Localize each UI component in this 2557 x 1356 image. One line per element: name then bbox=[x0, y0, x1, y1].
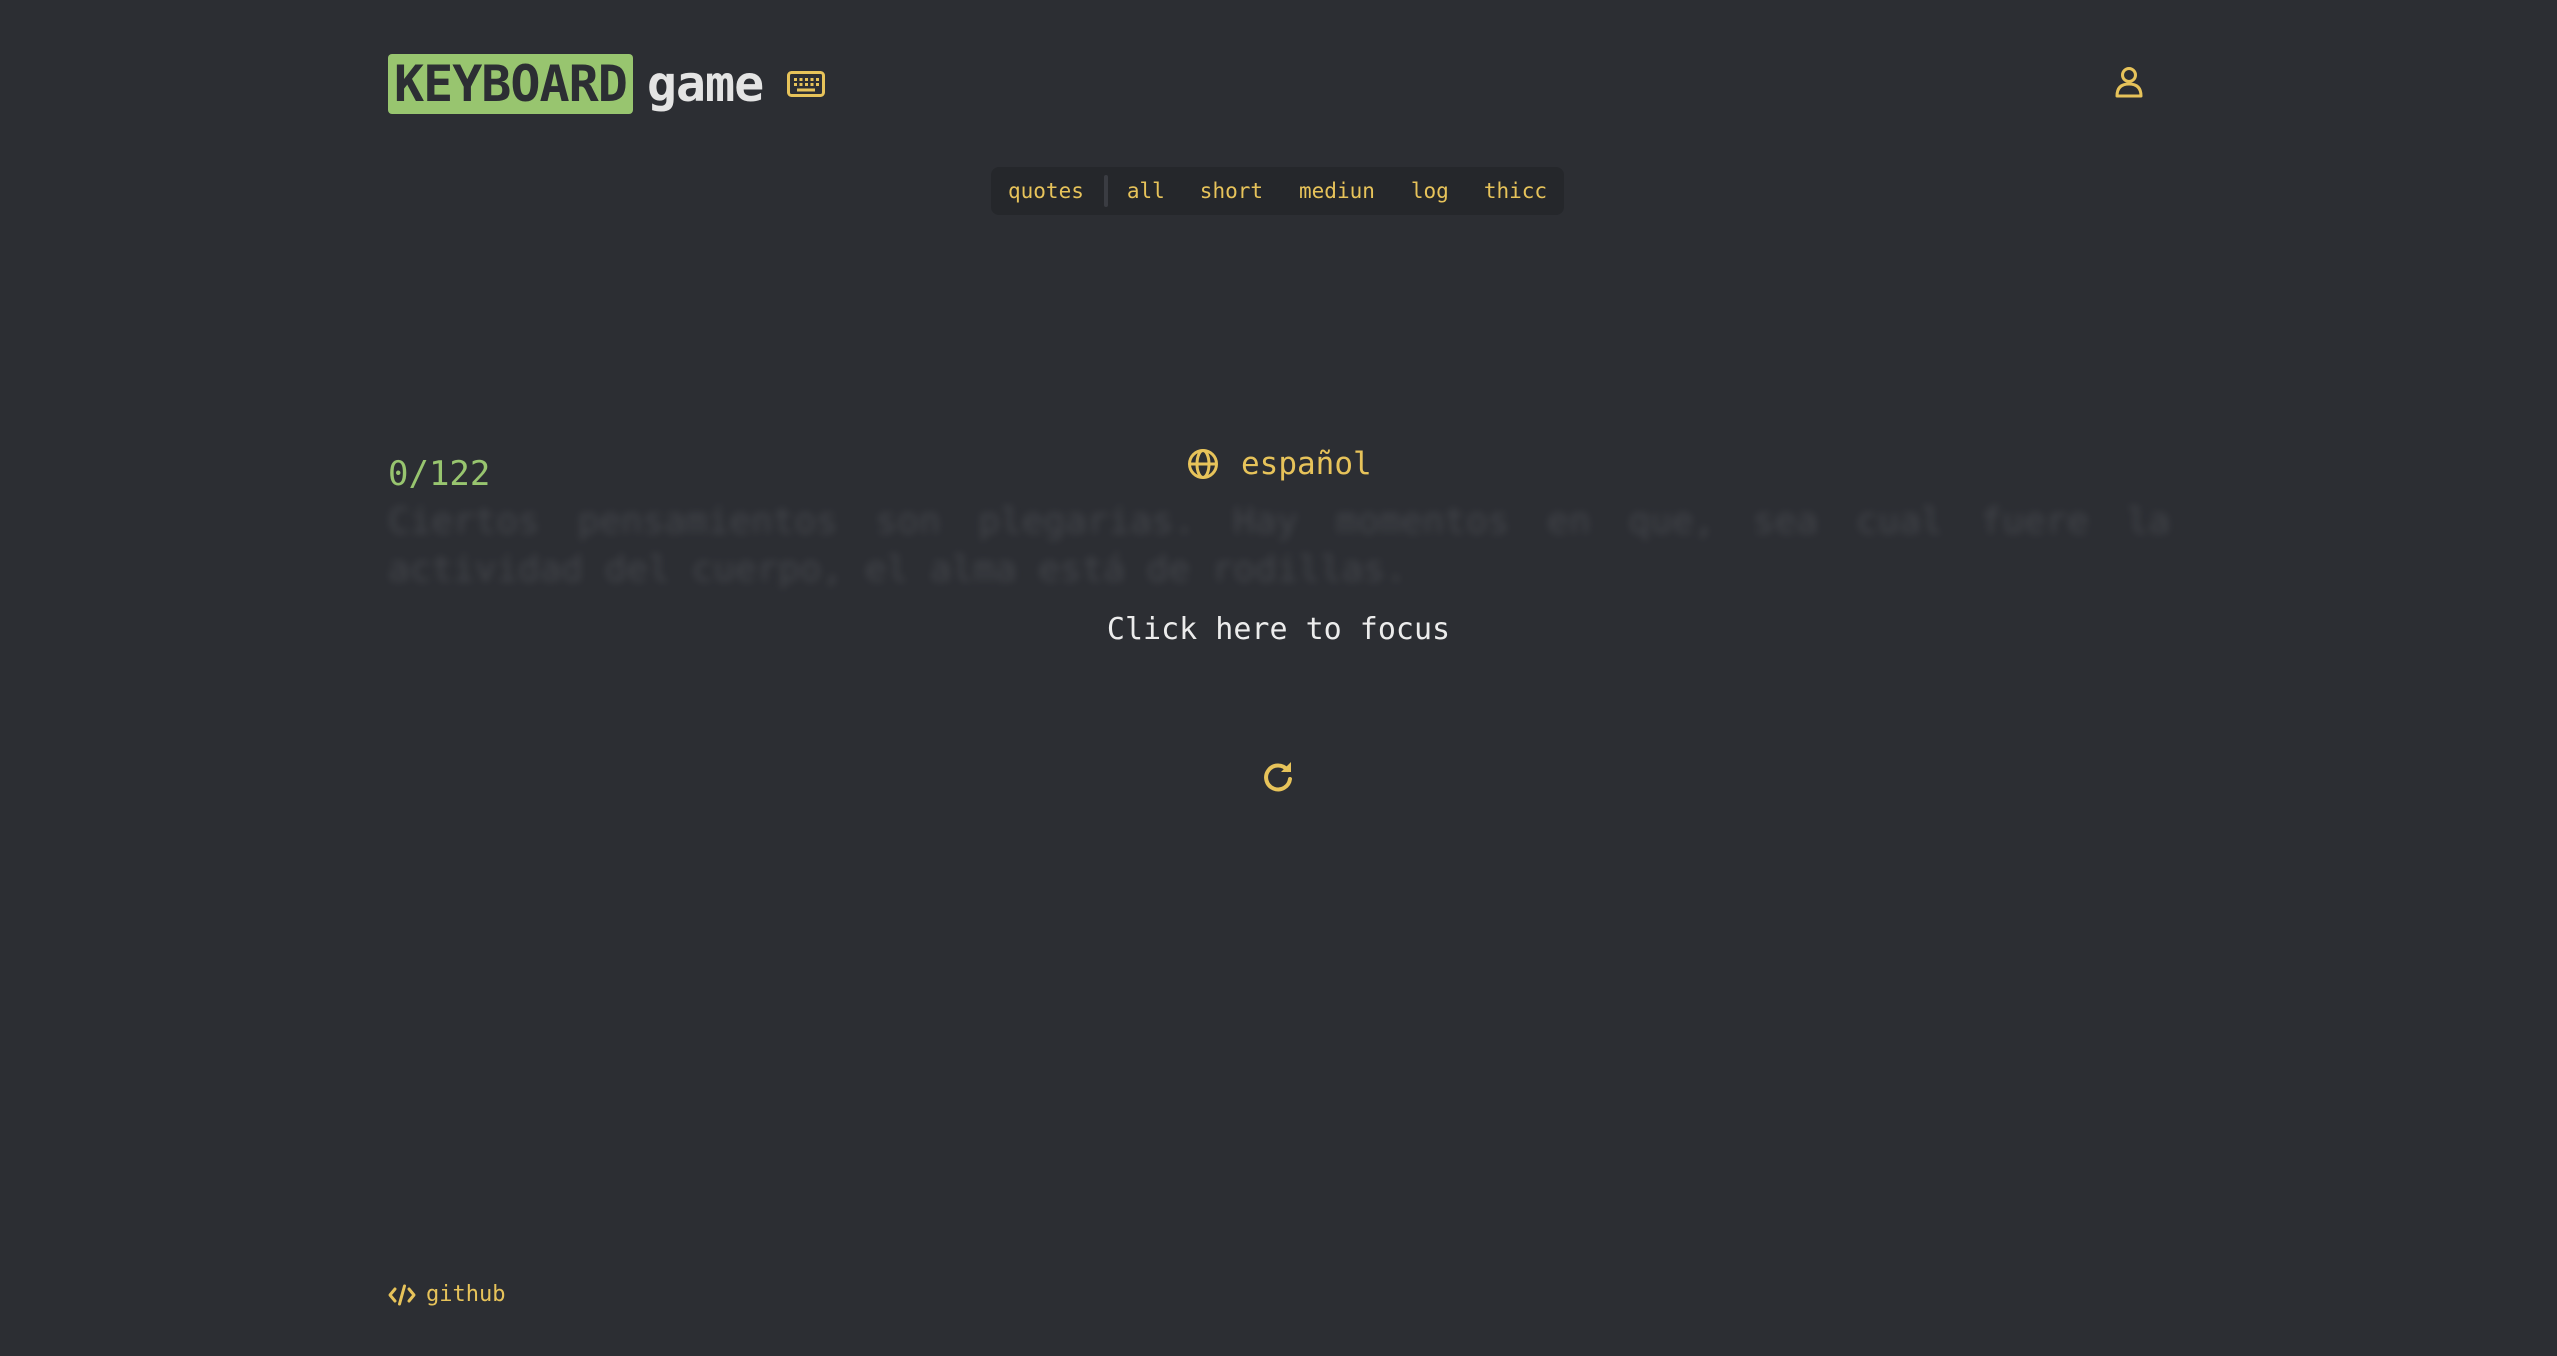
logo[interactable]: KEYBOARD game bbox=[388, 54, 826, 114]
user-icon[interactable] bbox=[2114, 66, 2144, 98]
length-all-button[interactable]: all bbox=[1127, 167, 1165, 215]
mode-selector: quotes all short mediun log thicc bbox=[991, 167, 1564, 215]
language-selector[interactable]: español bbox=[1187, 445, 1372, 483]
mode-quotes-button[interactable]: quotes bbox=[1008, 167, 1084, 215]
length-thicc-button[interactable]: thicc bbox=[1484, 167, 1547, 215]
mode-divider bbox=[1103, 175, 1108, 207]
restart-icon[interactable] bbox=[1260, 758, 1296, 796]
language-label: español bbox=[1241, 446, 1372, 482]
app-page: KEYBOARD game quotes all short mediun lo… bbox=[0, 0, 2557, 1356]
word-counter: 0/122 bbox=[388, 454, 491, 494]
keyboard-icon bbox=[787, 71, 826, 97]
github-link[interactable]: github bbox=[388, 1282, 505, 1308]
logo-keyboard-text: KEYBOARD bbox=[388, 54, 633, 114]
globe-icon bbox=[1187, 448, 1219, 480]
length-long-button[interactable]: log bbox=[1411, 167, 1449, 215]
length-short-button[interactable]: short bbox=[1200, 167, 1263, 215]
quote-text: Ciertos pensamientos son plegarias. Hay … bbox=[388, 501, 2170, 590]
focus-hint[interactable]: Click here to focus bbox=[0, 610, 2557, 650]
code-icon bbox=[388, 1284, 416, 1306]
github-label: github bbox=[426, 1282, 506, 1307]
length-medium-button[interactable]: mediun bbox=[1299, 167, 1375, 215]
logo-game-text: game bbox=[646, 55, 764, 113]
